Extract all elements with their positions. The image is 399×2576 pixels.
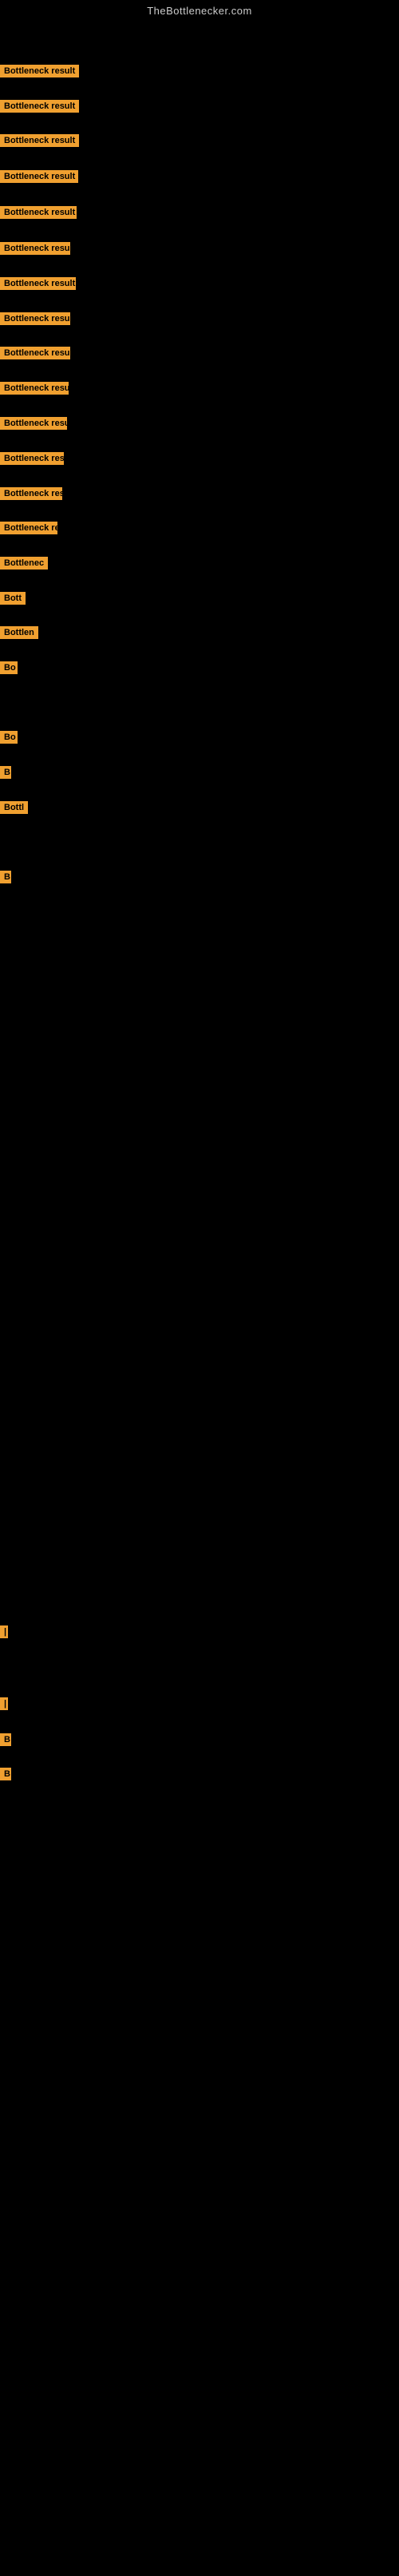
bottleneck-result-badge[interactable]: Bottleneck resu bbox=[0, 417, 67, 430]
bottleneck-result-badge[interactable]: Bott bbox=[0, 592, 26, 605]
bottleneck-result-badge[interactable]: Bottleneck resu bbox=[0, 242, 70, 255]
bottleneck-result-badge[interactable]: B bbox=[0, 1768, 11, 1780]
bottleneck-result-badge[interactable]: | bbox=[0, 1625, 8, 1638]
bottleneck-result-badge[interactable]: Bottleneck result bbox=[0, 206, 77, 219]
bottleneck-result-badge[interactable]: Bottleneck result bbox=[0, 170, 78, 183]
bottleneck-result-badge[interactable]: Bottl bbox=[0, 801, 28, 814]
bottleneck-result-badge[interactable]: | bbox=[0, 1697, 8, 1710]
bottleneck-result-badge[interactable]: Bottleneck resu bbox=[0, 312, 70, 325]
bottleneck-result-badge[interactable]: B bbox=[0, 1733, 11, 1746]
bottleneck-result-badge[interactable]: Bottleneck res bbox=[0, 452, 64, 465]
bottleneck-result-badge[interactable]: Bottleneck resu bbox=[0, 382, 69, 395]
bottleneck-result-badge[interactable]: B bbox=[0, 766, 11, 779]
bottleneck-result-badge[interactable]: Bottleneck result bbox=[0, 277, 76, 290]
bottleneck-result-badge[interactable]: Bottleneck re bbox=[0, 522, 57, 534]
bottleneck-result-badge[interactable]: B bbox=[0, 871, 11, 883]
bottleneck-result-badge[interactable]: Bottleneck result bbox=[0, 134, 79, 147]
bottleneck-result-badge[interactable]: Bottlen bbox=[0, 626, 38, 639]
bottleneck-result-badge[interactable]: Bottleneck res bbox=[0, 487, 62, 500]
bottleneck-result-badge[interactable]: Bottleneck result bbox=[0, 65, 79, 77]
bottleneck-result-badge[interactable]: Bottlenec bbox=[0, 557, 48, 570]
bottleneck-result-badge[interactable]: Bottleneck resu bbox=[0, 347, 70, 359]
bottleneck-result-badge[interactable]: Bottleneck result bbox=[0, 100, 79, 113]
bottleneck-result-badge[interactable]: Bo bbox=[0, 661, 18, 674]
site-title: TheBottlenecker.com bbox=[0, 0, 399, 20]
bottleneck-result-badge[interactable]: Bo bbox=[0, 731, 18, 744]
